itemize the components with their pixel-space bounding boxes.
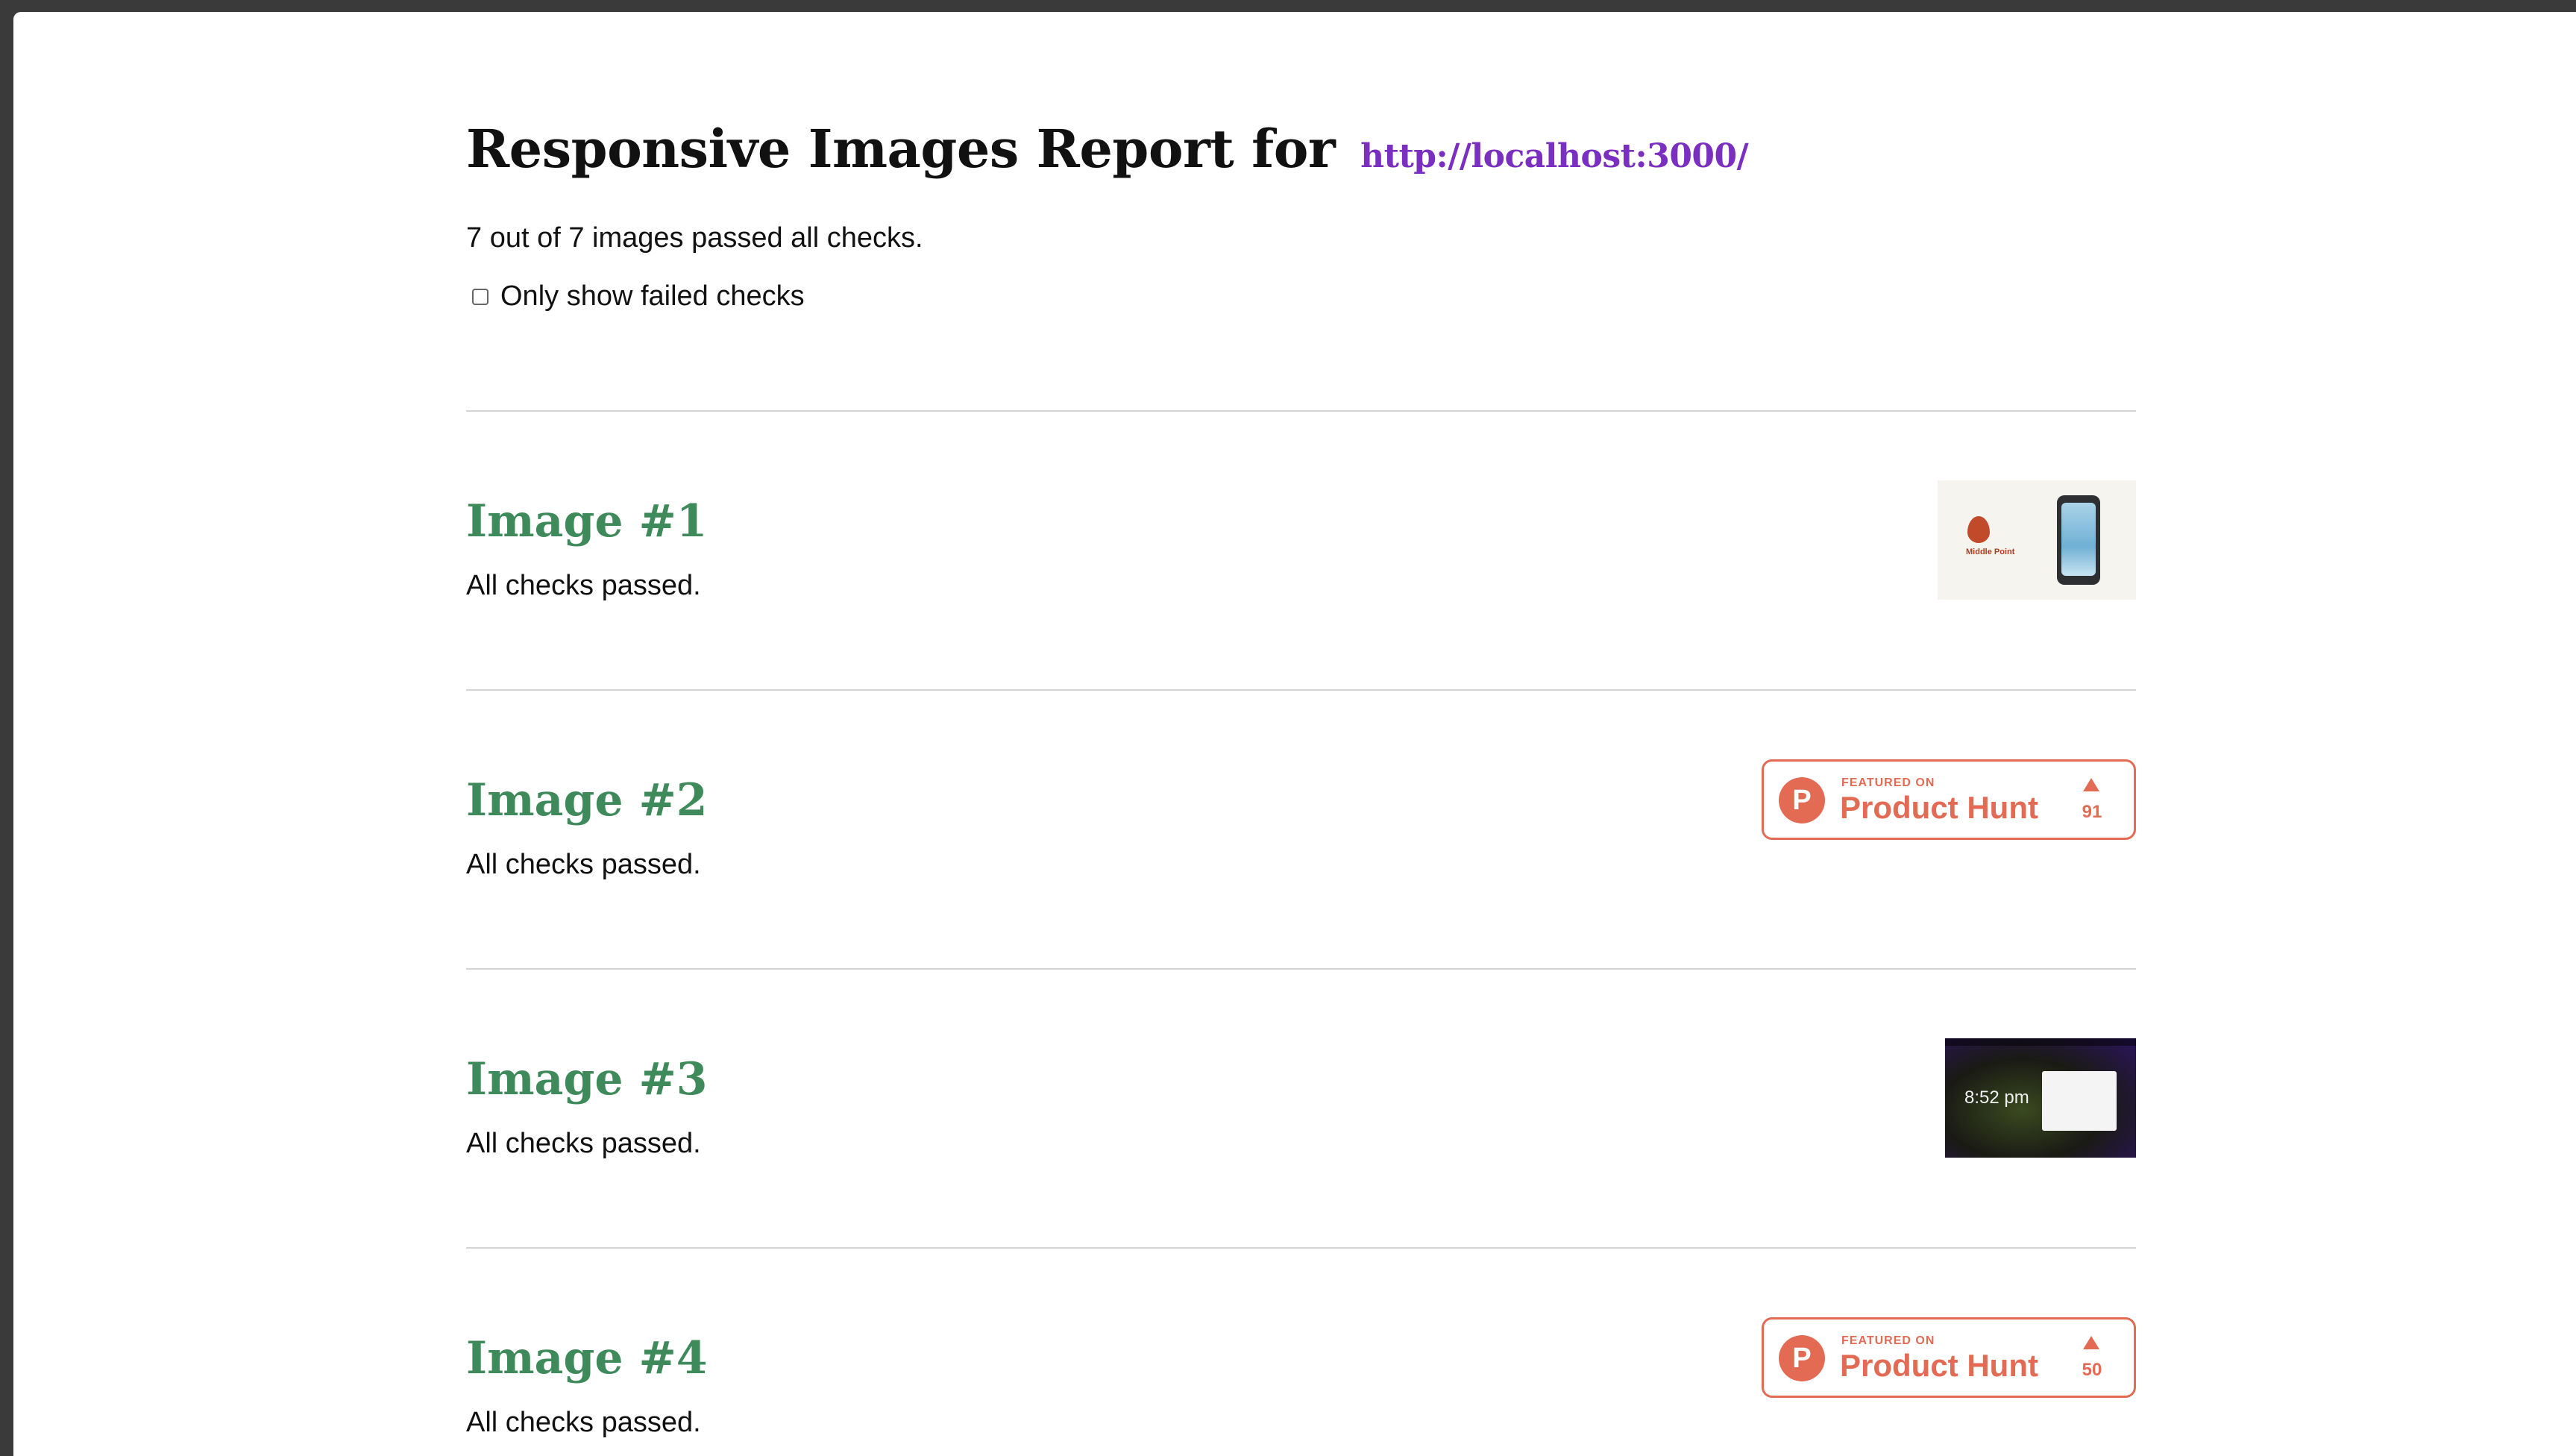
badge-featured-text: FEATURED ON xyxy=(1841,776,1935,789)
image-title: Image #3 xyxy=(466,1053,708,1105)
app-window xyxy=(2042,1071,2117,1131)
phone-mockup-icon xyxy=(2057,495,2100,585)
page-title: Responsive Images Report for http://loca… xyxy=(466,118,1749,180)
product-hunt-logo-icon: P xyxy=(1779,777,1825,823)
image-section-2: Image #2 All checks passed. P FEATURED O… xyxy=(466,691,2136,970)
image-title: Image #2 xyxy=(466,774,708,826)
page-title-text: Responsive Images Report for xyxy=(466,118,1336,180)
badge-name-text: Product Hunt xyxy=(1840,790,2038,825)
product-hunt-badge: P FEATURED ON Product Hunt 50 xyxy=(1762,1317,2136,1398)
image-thumbnail: Middle Point xyxy=(1938,480,2136,600)
failed-only-checkbox[interactable] xyxy=(472,288,489,305)
report-url-link[interactable]: http://localhost:3000/ xyxy=(1360,137,1749,175)
upvote-count: 91 xyxy=(2082,802,2102,822)
badge-featured-text: FEATURED ON xyxy=(1841,1334,1935,1347)
image-title: Image #1 xyxy=(466,495,708,547)
browser-viewport: Responsive Images Report for http://loca… xyxy=(13,12,2576,1456)
image-title: Image #4 xyxy=(466,1332,708,1384)
image-section-1: Image #1 All checks passed. Middle Point xyxy=(466,412,2136,691)
upvote-triangle-icon xyxy=(2083,778,2099,791)
upvote-triangle-icon xyxy=(2083,1336,2099,1349)
image-section-4: Image #4 All checks passed. P FEATURED O… xyxy=(466,1249,2136,1456)
image-status: All checks passed. xyxy=(466,1128,701,1159)
image-status: All checks passed. xyxy=(466,849,701,880)
menu-bar xyxy=(1945,1038,2136,1046)
product-hunt-badge: P FEATURED ON Product Hunt 91 xyxy=(1762,759,2136,840)
failed-only-filter[interactable]: Only show failed checks xyxy=(472,280,805,313)
image-status: All checks passed. xyxy=(466,570,701,601)
app-logo-text: Middle Point xyxy=(1966,547,2015,556)
phone-map-screen xyxy=(2061,503,2096,576)
image-status: All checks passed. xyxy=(466,1407,701,1438)
image-thumbnail: 8:52 pm xyxy=(1945,1038,2136,1158)
desktop-clock: 8:52 pm xyxy=(1964,1088,2029,1108)
app-logo-icon xyxy=(1967,516,1990,543)
failed-only-label: Only show failed checks xyxy=(500,280,805,312)
summary-text: 7 out of 7 images passed all checks. xyxy=(466,222,923,254)
image-section-3: Image #3 All checks passed. 8:52 pm xyxy=(466,970,2136,1249)
badge-name-text: Product Hunt xyxy=(1840,1348,2038,1383)
product-hunt-logo-icon: P xyxy=(1779,1335,1825,1381)
upvote-count: 50 xyxy=(2082,1360,2102,1380)
